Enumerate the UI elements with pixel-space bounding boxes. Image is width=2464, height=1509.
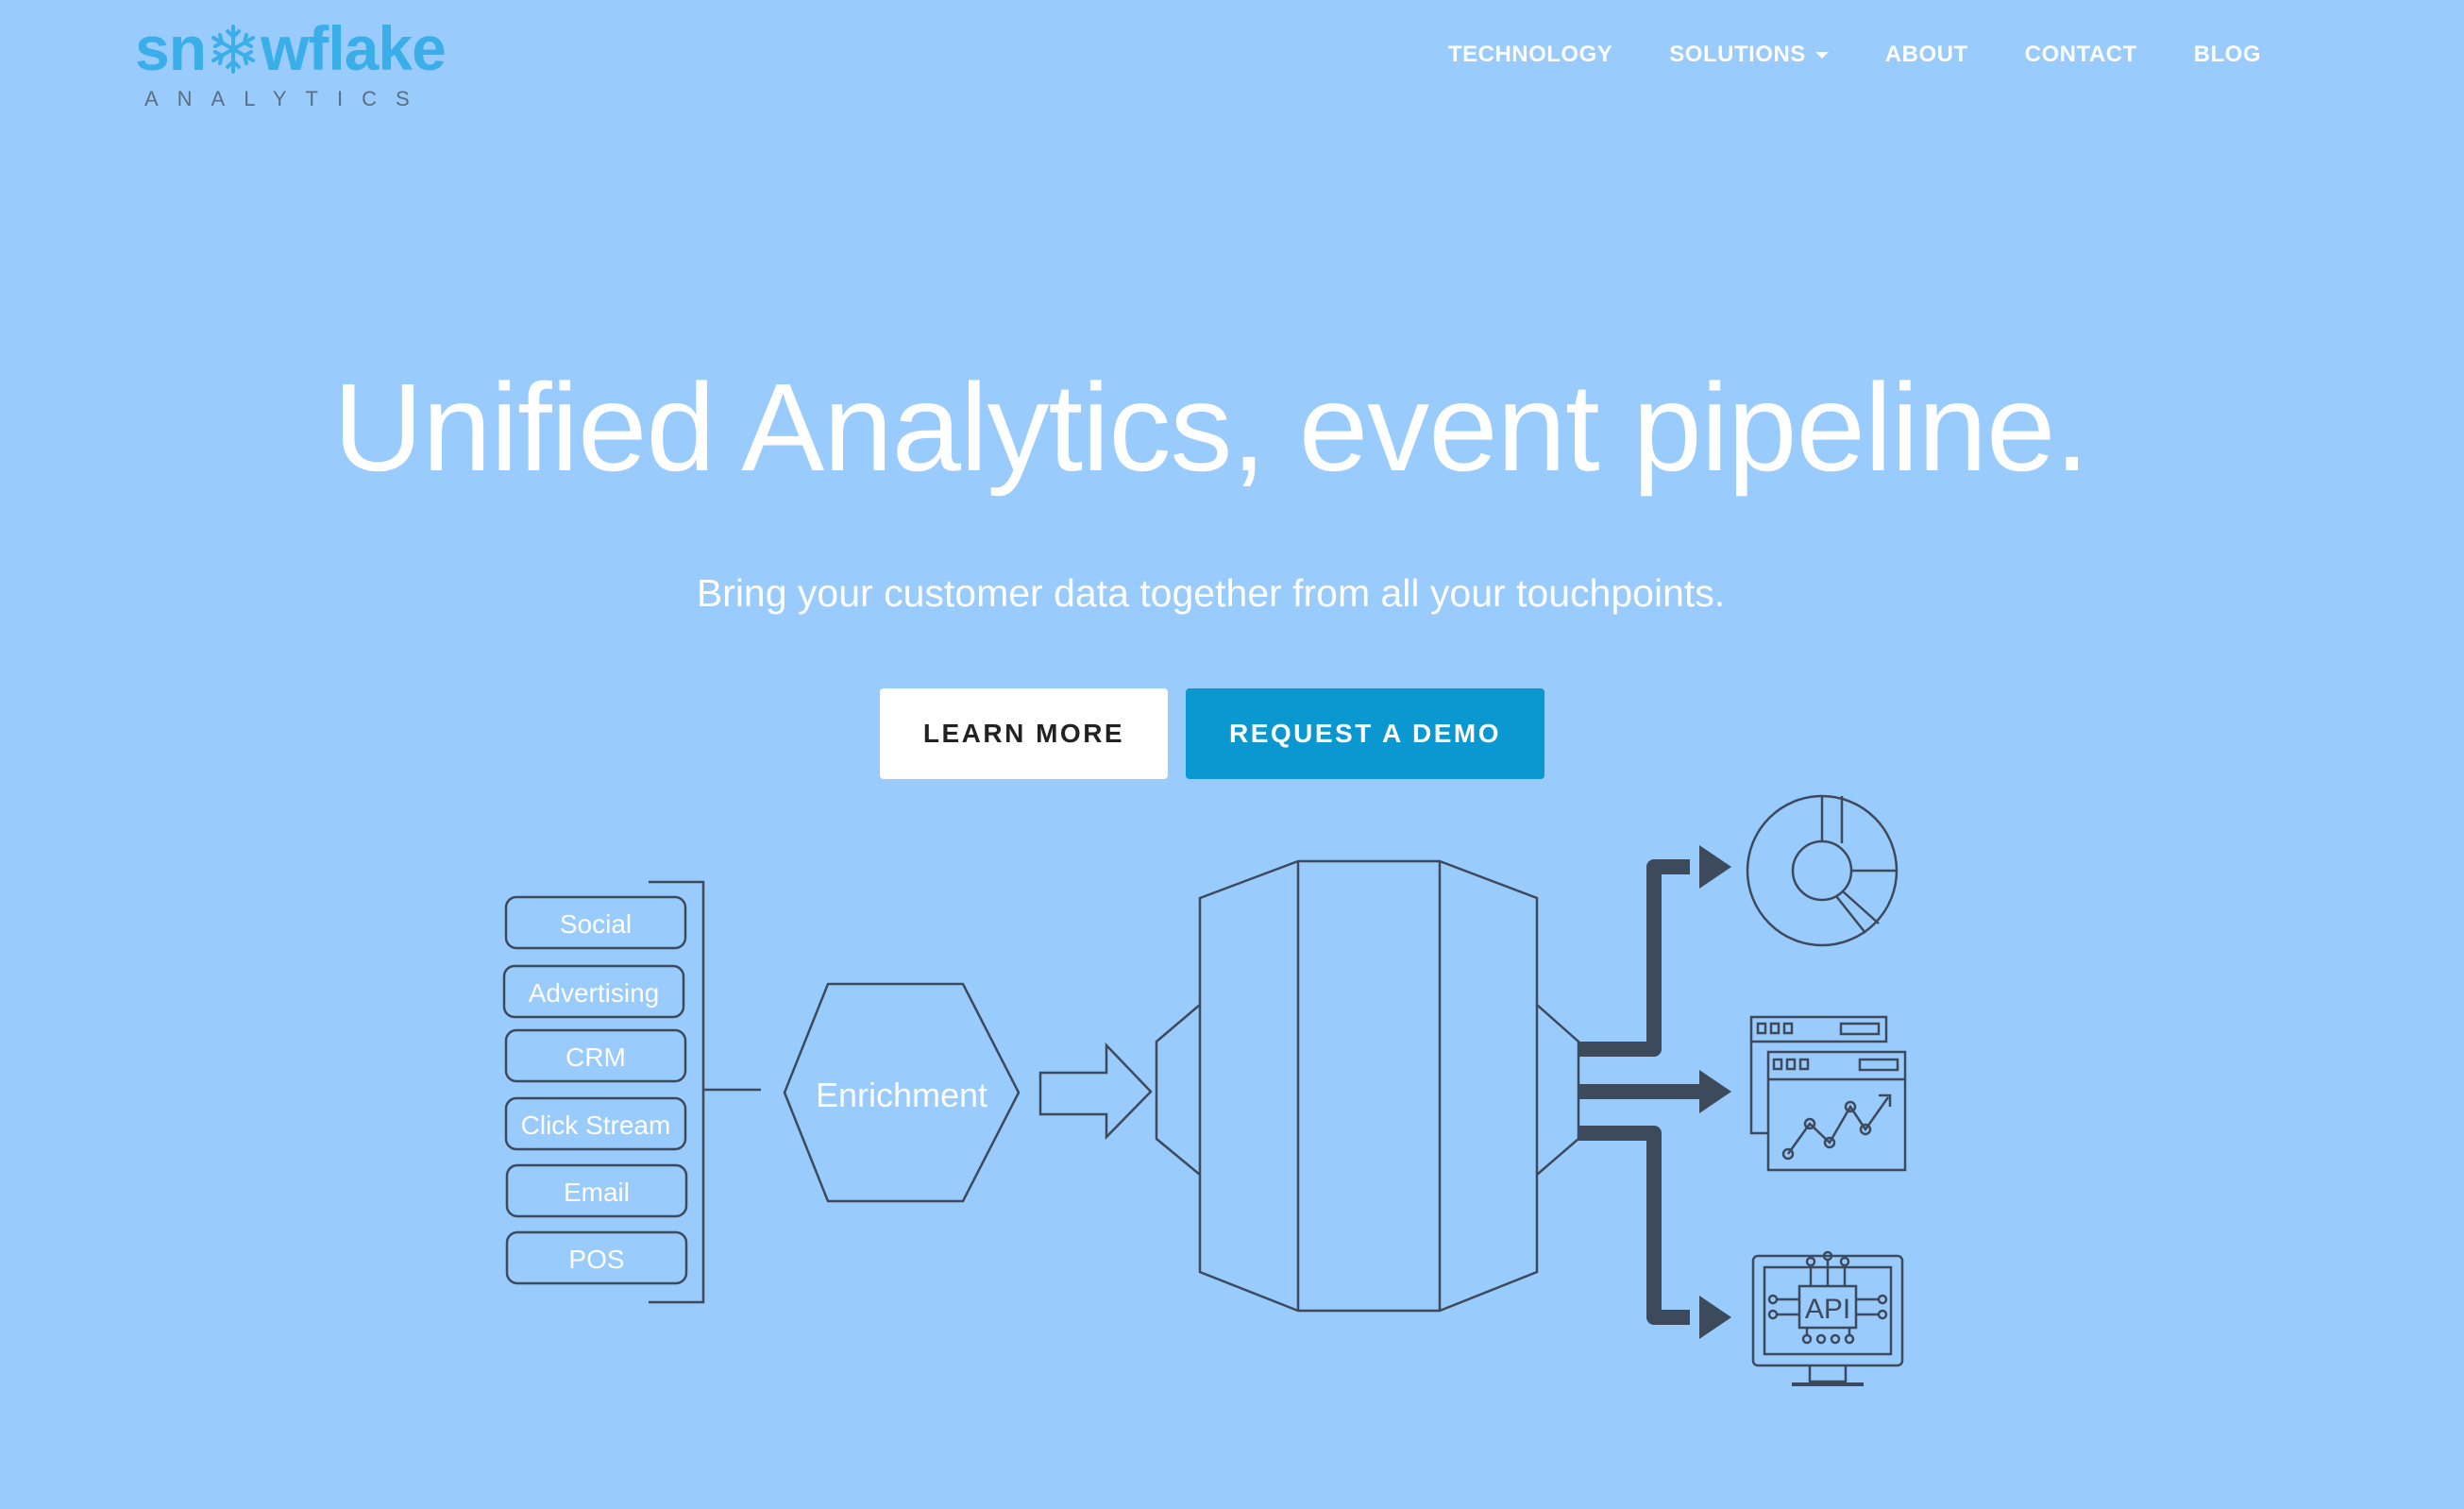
pipeline-diagram: Social Advertising CRM Click Stream Emai…: [502, 794, 1907, 1386]
svg-text:CRM: CRM: [565, 1043, 626, 1072]
arrow-head-middle: [1699, 1070, 1731, 1113]
svg-text:Enrichment: Enrichment: [816, 1076, 987, 1114]
source-box-advertising: Advertising: [502, 964, 685, 1019]
output-arrows: [1578, 859, 1699, 1325]
pipeline-barrel-icon: [1155, 859, 1580, 1313]
arrow-right-icon: [1038, 1042, 1153, 1141]
dashboard-icon: [1749, 1015, 1907, 1172]
source-box-pos: POS: [505, 1230, 688, 1285]
svg-text:Click Stream: Click Stream: [521, 1111, 671, 1140]
arrow-head-top: [1699, 845, 1731, 889]
svg-text:Advertising: Advertising: [529, 978, 660, 1008]
enrichment-hexagon: Enrichment: [783, 982, 1021, 1203]
source-box-email: Email: [505, 1163, 688, 1218]
source-box-crm: CRM: [504, 1028, 687, 1083]
source-bracket: [649, 880, 705, 1304]
source-box-social: Social: [504, 895, 687, 950]
arrow-head-bottom: [1699, 1296, 1731, 1339]
api-monitor-icon: API: [1751, 1250, 1904, 1386]
svg-text:Social: Social: [560, 909, 632, 939]
svg-text:API: API: [1805, 1294, 1850, 1325]
pie-chart-icon: [1746, 794, 1899, 947]
svg-text:POS: POS: [568, 1245, 624, 1274]
svg-text:Email: Email: [564, 1178, 630, 1207]
source-box-click-stream: Click Stream: [504, 1096, 687, 1151]
